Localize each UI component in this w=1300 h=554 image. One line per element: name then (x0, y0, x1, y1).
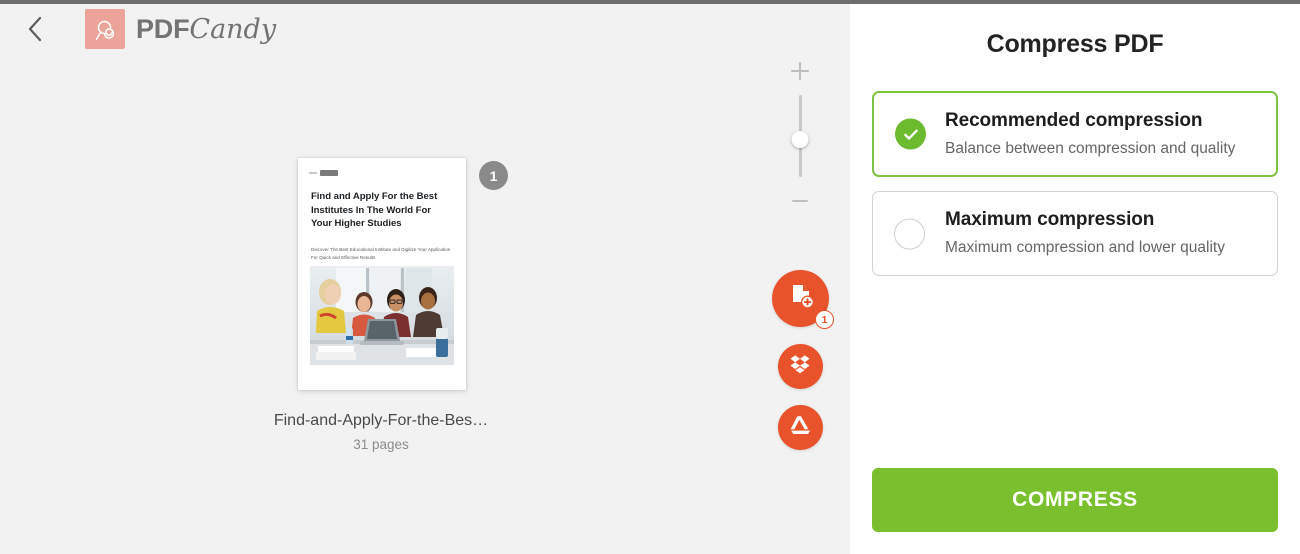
add-file-button[interactable]: 1 (772, 270, 834, 329)
back-button[interactable] (18, 12, 52, 46)
tool-panel: Compress PDF Recommended compression Bal… (850, 0, 1300, 554)
add-file-count-badge: 1 (815, 310, 834, 329)
workspace-canvas: PDFCandy Find and Apply For the Best Ins… (0, 0, 850, 554)
minus-icon[interactable] (787, 188, 813, 214)
document-thumbnail-group: Find and Apply For the Best Institutes I… (270, 158, 508, 452)
compression-options: Recommended compression Balance between … (872, 91, 1278, 276)
option-recommended-compression[interactable]: Recommended compression Balance between … (872, 91, 1278, 178)
dropbox-button[interactable] (778, 344, 823, 389)
preview-title: Find and Apply For the Best Institutes I… (311, 191, 438, 230)
lollipop-icon (85, 9, 125, 49)
brand-wordmark: PDFCandy (136, 13, 277, 45)
app-root: PDFCandy Find and Apply For the Best Ins… (0, 0, 1300, 554)
option-maximum-compression[interactable]: Maximum compression Maximum compression … (872, 191, 1278, 276)
brand-name-script: Candy (189, 13, 277, 45)
radio-circle-icon[interactable] (894, 218, 925, 250)
chevron-left-icon (27, 16, 43, 42)
zoom-slider-handle[interactable] (791, 131, 809, 148)
option-description: Balance between compression and quality (945, 139, 1236, 157)
brand-name-bold: PDF (136, 13, 190, 44)
google-drive-icon (789, 413, 813, 442)
option-title: Maximum compression (945, 209, 1155, 231)
document-file-name: Find-and-Apply-For-the-Bes… (273, 412, 489, 429)
check-circle-icon (895, 118, 926, 150)
zoom-slider-track[interactable] (791, 95, 809, 177)
plus-icon[interactable] (787, 58, 813, 84)
document-thumbnail[interactable]: Find and Apply For the Best Institutes I… (298, 158, 466, 390)
preview-photo (310, 266, 454, 365)
app-header: PDFCandy (0, 0, 850, 58)
dropbox-icon (789, 352, 813, 381)
document-page-count: 31 pages (353, 437, 409, 452)
zoom-control (785, 58, 815, 214)
google-drive-button[interactable] (778, 405, 823, 450)
option-description: Maximum compression and lower quality (945, 239, 1225, 257)
option-title: Recommended compression (945, 110, 1203, 131)
preview-subtitle: Discover The Best Educational Institute … (311, 247, 451, 261)
page-number-badge[interactable]: 1 (479, 161, 508, 190)
panel-title: Compress PDF (986, 30, 1164, 58)
file-plus-icon (786, 281, 816, 316)
brand-logo[interactable]: PDFCandy (85, 9, 276, 49)
preview-brand-mark-icon (309, 170, 338, 176)
file-source-buttons: 1 (772, 270, 834, 450)
browser-chrome-strip (0, 0, 1300, 4)
compress-button[interactable]: COMPRESS (872, 468, 1278, 532)
